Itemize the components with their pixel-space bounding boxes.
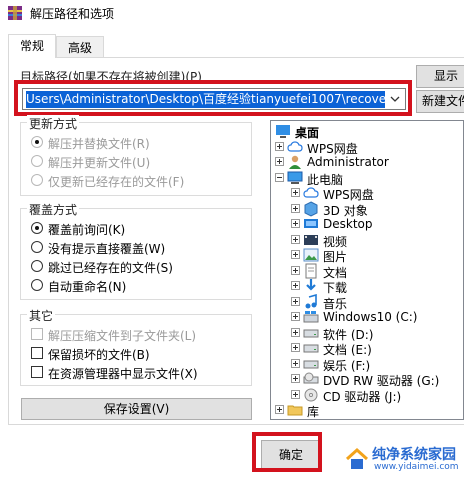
radio-button[interactable] [31,279,43,291]
expand-icon[interactable] [291,188,300,197]
misc-options-title: 其它 [27,307,56,324]
radio-button[interactable] [31,222,43,234]
expand-icon[interactable] [275,157,284,166]
music-icon [305,293,317,308]
update-mode-group: 更新方式 解压并替换文件(R) 解压并更新文件(U) 仅更新已经存在的文件(F) [20,115,252,196]
update-mode-title: 更新方式 [27,115,80,132]
house-logo-icon [345,447,369,469]
expand-icon[interactable] [291,358,300,368]
option-label: 覆盖前询问(K) [48,223,126,237]
checkbox[interactable] [31,347,43,359]
tab-advanced[interactable]: 高级 [56,36,104,58]
system-drive-icon [303,311,319,323]
tree-node-label: Windows10 (C:) [323,310,418,324]
misc-options-group: 其它 解压压缩文件到子文件夹(L) 保留损坏的文件(B) 在资源管理器中显示文件… [20,307,252,386]
expand-icon[interactable] [291,250,300,259]
show-button[interactable]: 显示 [416,65,464,88]
expand-icon[interactable] [291,296,300,306]
expand-icon[interactable] [275,405,284,414]
video-icon [304,234,318,245]
new-folder-button[interactable]: 新建文件 [416,90,464,113]
download-icon [306,279,316,291]
expand-icon[interactable] [291,234,300,244]
tree-node-label: 软件 (D:) [323,327,374,342]
radio-button[interactable] [31,174,43,186]
watermark-url: www.yidaimei.com [374,462,459,472]
window-title: 解压路径和选项 [30,7,115,21]
library-icon [287,405,303,416]
cloud-icon [287,140,303,152]
folder-desktop-icon [304,219,318,228]
tree-node-label: Desktop [323,217,373,231]
cd-drive-icon [304,388,318,401]
expand-icon[interactable] [291,374,300,383]
3d-objects-icon [304,200,318,217]
save-settings-button[interactable]: 保存设置(V) [21,398,252,420]
expand-icon[interactable] [291,203,300,213]
tab-strip: 常规 高级 [0,34,464,58]
dvd-drive-icon [303,372,319,384]
annotation-highlight-path [14,80,412,116]
tree-node-label: 音乐 [323,296,348,311]
overwrite-mode-title: 覆盖方式 [27,201,80,218]
overwrite-mode-group: 覆盖方式 覆盖前询问(K) 没有提示直接覆盖(W) 跳过已经存在的文件(S) 自… [20,201,252,300]
expand-icon[interactable] [291,265,300,275]
tree-node-label: 3D 对象 [323,203,368,218]
expand-icon[interactable] [291,343,300,352]
option-label: 在资源管理器中显示文件(X) [48,367,198,381]
option-label: 解压压缩文件到子文件夹(L) [48,329,197,343]
radio-button[interactable] [31,155,43,167]
document-icon [305,263,317,278]
computer-icon [287,171,303,184]
expand-icon[interactable] [291,312,300,321]
expand-icon[interactable] [291,219,300,228]
tab-general[interactable]: 常规 [8,34,56,58]
tree-node-label: 文档 (E:) [323,343,372,357]
tree-node-label: CD 驱动器 (J:) [323,389,402,404]
tree-node-label: DVD RW 驱动器 (G:) [323,374,440,388]
tree-node-label: WPS网盘 [307,141,358,156]
tree-node-label: 娱乐 (F:) [323,358,371,373]
tree-node-label: Administrator [307,155,389,169]
tree-node-label: 文档 [323,265,348,280]
expand-icon[interactable] [275,141,284,151]
option-label: 没有提示直接覆盖(W) [48,242,166,256]
radio-button[interactable] [31,260,43,272]
tree-node-label: 图片 [323,250,348,264]
tree-node-label: WPS网盘 [323,188,374,202]
expand-icon[interactable] [291,389,300,399]
title-bar: 解压路径和选项 [0,0,464,26]
cloud-icon [303,187,319,198]
radio-button[interactable] [31,241,43,253]
drive-icon [303,360,319,368]
option-label: 解压并更新文件(U) [48,156,151,170]
expand-icon[interactable] [291,327,300,337]
checkbox[interactable] [31,328,43,340]
folder-tree[interactable]: 桌面 WPS网盘 Administrator 此电脑 WPS网盘 3D 对象 Desktop… [270,120,464,420]
drive-icon [303,329,319,337]
picture-icon [303,248,319,262]
collapse-icon[interactable] [275,172,284,182]
option-label: 跳过已经存在的文件(S) [48,261,173,275]
tree-node-label: 视频 [323,234,348,249]
option-label: 仅更新已经存在的文件(F) [48,175,185,189]
watermark: 纯净系统家园 www.yidaimei.com [344,444,464,476]
tree-node-label: 下载 [323,281,348,295]
tree-node-label: 库 [307,405,320,419]
option-label: 解压并替换文件(R) [48,137,150,151]
radio-button[interactable] [31,136,43,148]
annotation-highlight-ok [252,432,322,472]
expand-icon[interactable] [291,281,300,290]
option-label: 保留损坏的文件(B) [48,348,150,362]
drive-icon [303,344,319,353]
user-icon [289,155,301,169]
checkbox[interactable] [31,366,43,378]
watermark-title: 纯净系统家园 [372,447,456,463]
desktop-icon [276,125,290,138]
winrar-icon [8,6,22,20]
option-label: 自动重命名(N) [48,280,127,294]
